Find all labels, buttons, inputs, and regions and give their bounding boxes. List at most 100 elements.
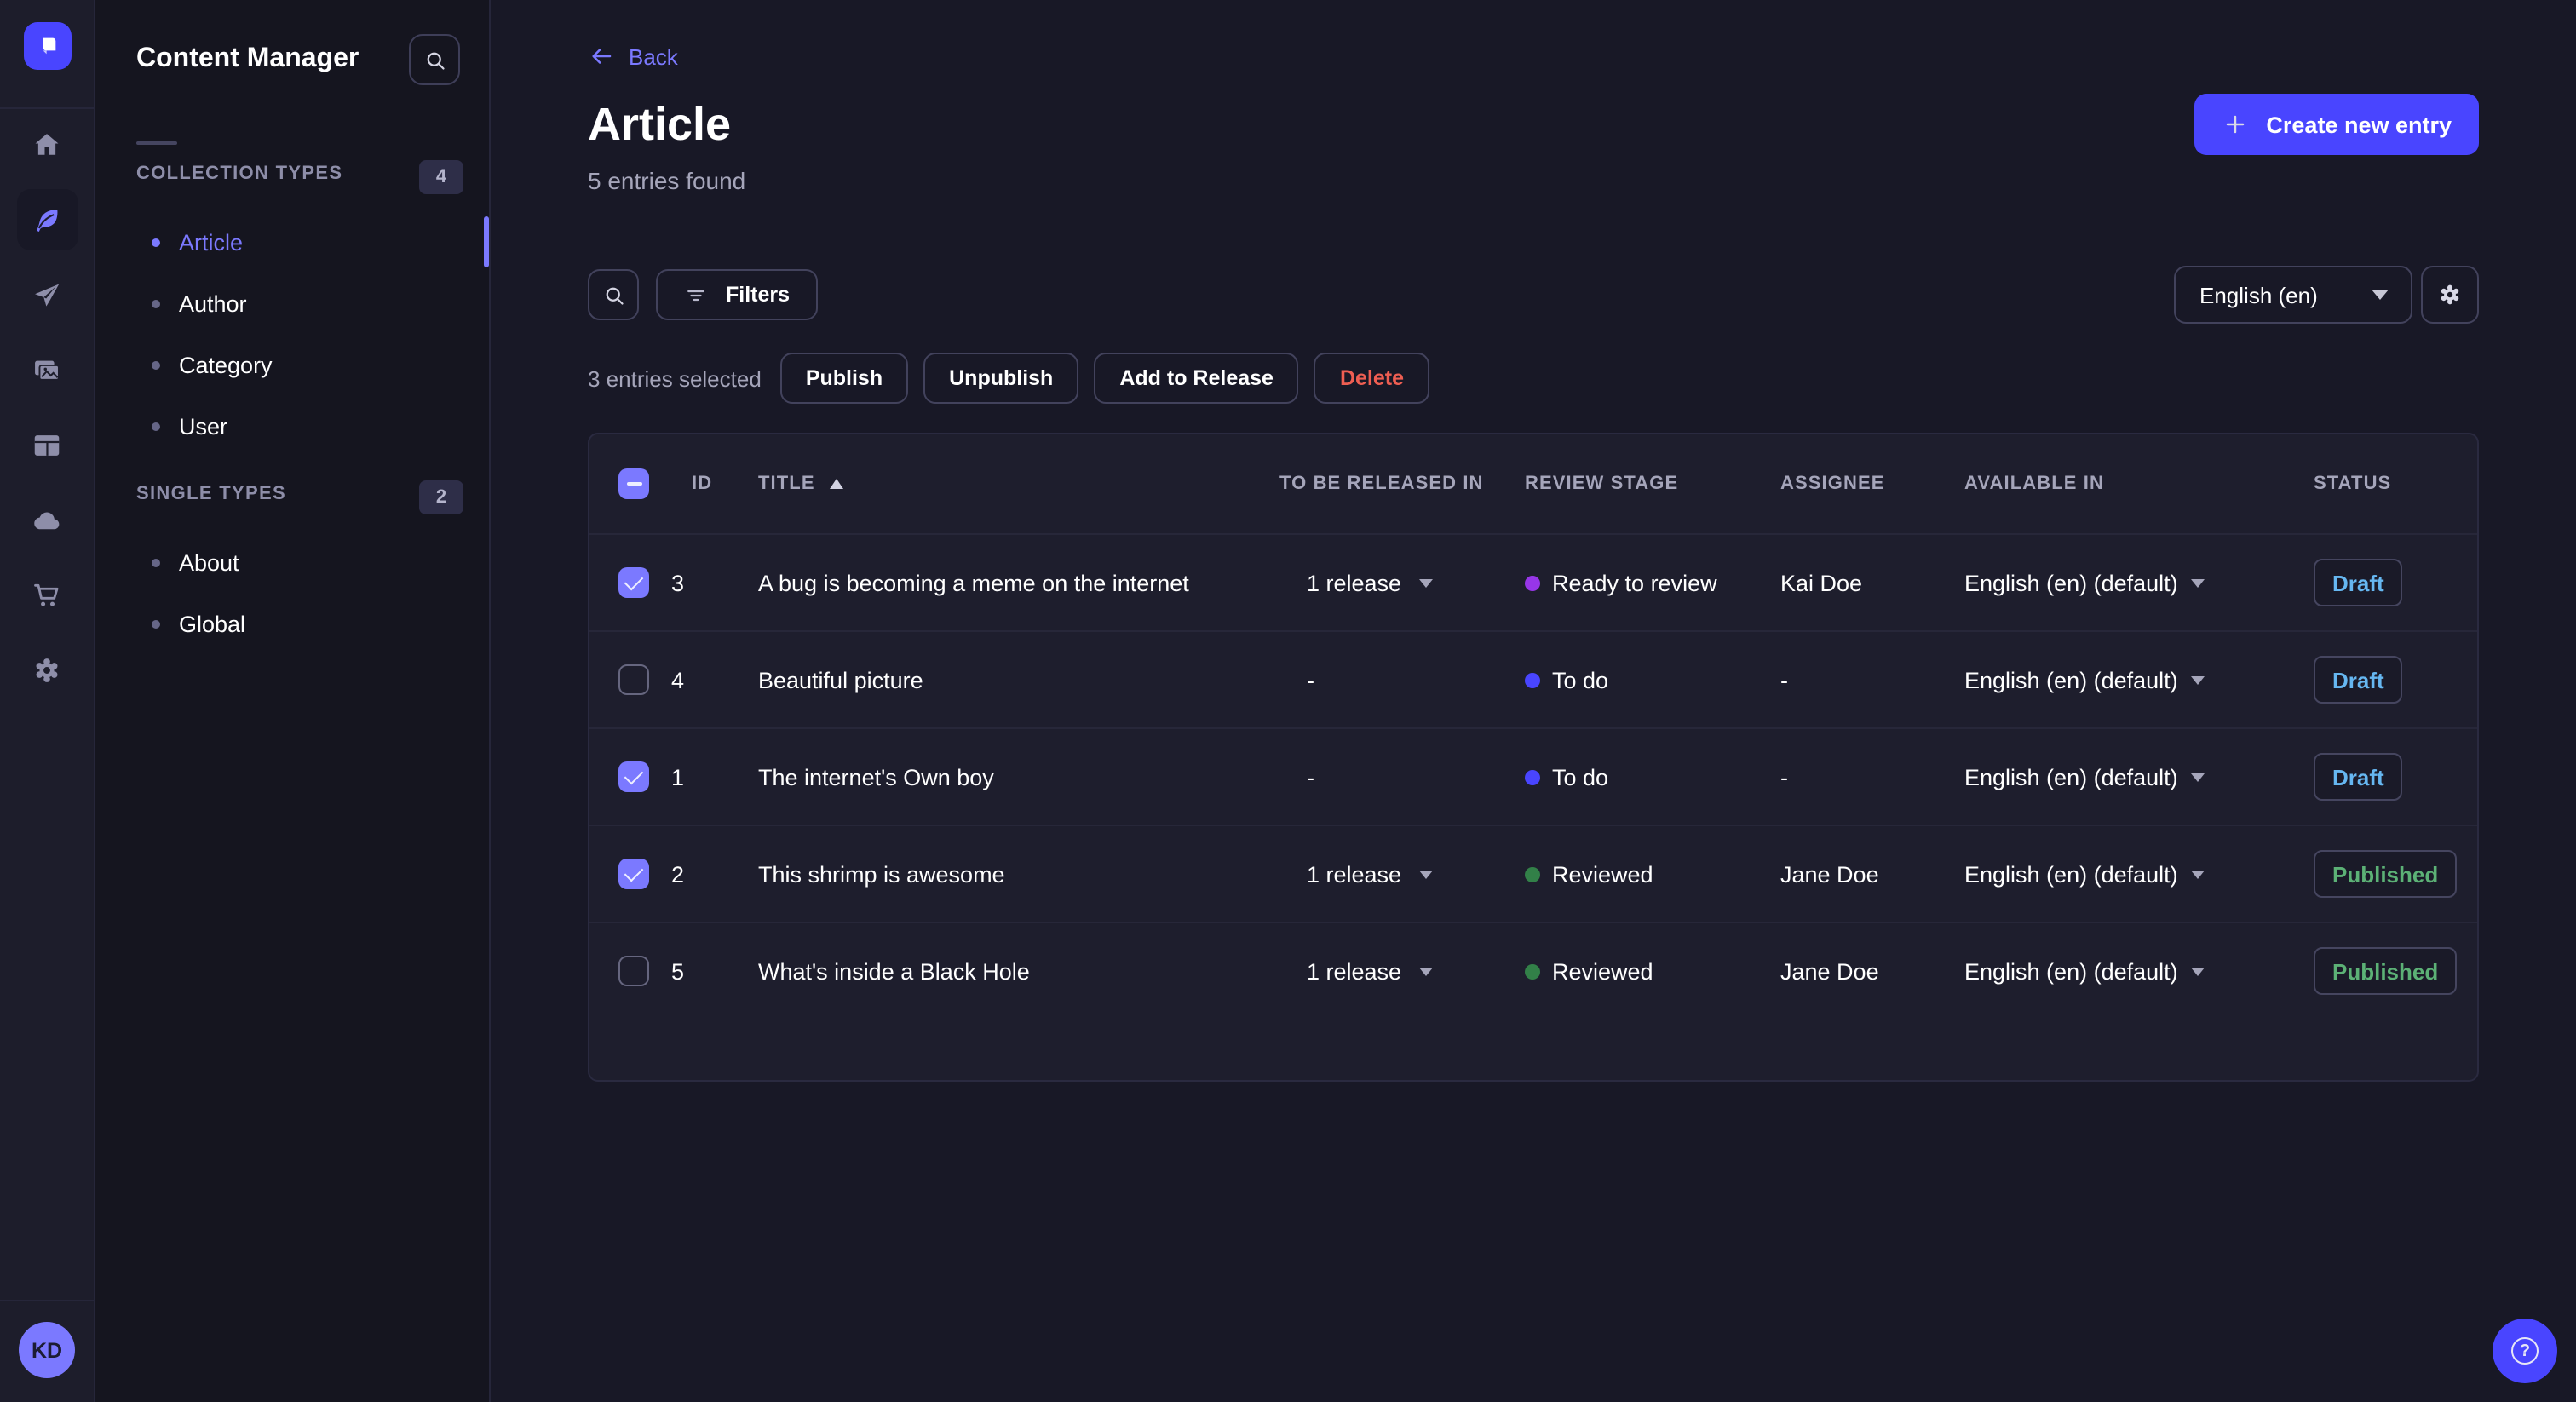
publish-button[interactable]: Publish: [779, 353, 909, 404]
page-title: Article: [588, 99, 732, 150]
bullet-icon: [152, 422, 160, 430]
help-button[interactable]: ?: [2493, 1319, 2557, 1383]
table-row[interactable]: 4 Beautiful picture - To do - English (en) (d…: [589, 630, 2477, 727]
back-link[interactable]: Back: [588, 43, 678, 70]
cell-to-be-released-in: -: [1279, 764, 1525, 790]
row-checkbox[interactable]: [618, 664, 649, 695]
cell-to-be-released-in: -: [1279, 667, 1525, 692]
table-search-button[interactable]: [588, 269, 639, 320]
unpublish-button[interactable]: Unpublish: [923, 353, 1079, 404]
column-header-id[interactable]: ID: [671, 474, 758, 494]
cell-to-be-released-in[interactable]: 1 release: [1279, 958, 1525, 984]
row-checkbox[interactable]: [618, 956, 649, 986]
table-header-row: ID TITLE TO BE RELEASED IN REVIEW STAGE …: [589, 434, 2477, 533]
nav-cloud-icon[interactable]: [16, 489, 78, 550]
bullet-icon: [152, 558, 160, 566]
row-checkbox[interactable]: [618, 859, 649, 889]
strapi-logo[interactable]: [23, 22, 71, 70]
cell-review-stage: Ready to review: [1525, 570, 1780, 595]
entries-table: ID TITLE TO BE RELEASED IN REVIEW STAGE …: [588, 433, 2479, 1082]
chevron-down-icon: [1418, 578, 1433, 587]
row-checkbox[interactable]: [618, 761, 649, 792]
cell-available-in[interactable]: English (en) (default): [1937, 764, 2314, 790]
nav-content-type-builder-icon[interactable]: [16, 414, 78, 475]
table-row[interactable]: 3 A bug is becoming a meme on the interne…: [589, 533, 2477, 630]
collection-types-count-badge: 4: [419, 160, 463, 194]
filter-icon: [687, 289, 704, 301]
chevron-down-icon: [1418, 870, 1433, 878]
collection-types-label: COLLECTION TYPES: [136, 164, 343, 184]
locale-select[interactable]: English (en): [2174, 266, 2412, 324]
single-types-label: SINGLE TYPES: [136, 484, 286, 504]
table-row[interactable]: 1 The internet's Own boy - To do - English (e…: [589, 727, 2477, 825]
table-row[interactable]: 2 This shrimp is awesome 1 release Reviewed…: [589, 825, 2477, 922]
stage-dot-icon: [1525, 866, 1540, 882]
add-to-release-button[interactable]: Add to Release: [1094, 353, 1299, 404]
cell-available-in[interactable]: English (en) (default): [1937, 861, 2314, 887]
sidebar-item-label: Article: [179, 229, 244, 255]
cell-review-stage: Reviewed: [1525, 861, 1780, 887]
cell-available-in[interactable]: English (en) (default): [1937, 958, 2314, 984]
column-header-assignee[interactable]: ASSIGNEE: [1780, 474, 1937, 494]
selection-actions-bar: 3 entries selected Publish Unpublish Add t…: [588, 353, 1430, 404]
cell-title: The internet's Own boy: [758, 764, 994, 790]
stage-dot-icon: [1525, 963, 1540, 979]
create-new-entry-button[interactable]: Create new entry: [2194, 94, 2479, 155]
search-icon: [605, 286, 623, 304]
table-row[interactable]: 5 What's inside a Black Hole 1 release Revi…: [589, 922, 2477, 1019]
cell-available-in[interactable]: English (en) (default): [1937, 667, 2314, 692]
row-checkbox[interactable]: [618, 567, 649, 598]
chevron-down-icon: [2191, 967, 2205, 975]
rail-divider: [0, 107, 95, 109]
nav-send-plane-icon[interactable]: [16, 264, 78, 325]
selection-count-label: 3 entries selected: [588, 365, 762, 391]
cell-id: 1: [671, 764, 685, 790]
cell-to-be-released-in[interactable]: 1 release: [1279, 861, 1525, 887]
sidebar-item-global[interactable]: Global: [136, 593, 443, 654]
sidebar-item-author[interactable]: Author: [136, 273, 443, 334]
stage-dot-icon: [1525, 769, 1540, 784]
avatar-initials: KD: [31, 1338, 63, 1362]
row-checkbox-cell: [589, 956, 671, 986]
release-value: 1 release: [1307, 570, 1402, 595]
filters-button[interactable]: Filters: [656, 269, 818, 320]
select-all-checkbox[interactable]: [618, 468, 649, 499]
nav-home-icon[interactable]: [16, 114, 78, 175]
filters-label: Filters: [726, 283, 791, 307]
cell-review-stage: Reviewed: [1525, 958, 1780, 984]
stage-label: Ready to review: [1552, 570, 1717, 595]
column-header-status[interactable]: STATUS: [2314, 474, 2477, 494]
column-header-title[interactable]: TITLE: [758, 474, 1279, 494]
release-value: -: [1307, 667, 1314, 692]
cell-available-in[interactable]: English (en) (default): [1937, 570, 2314, 595]
sidebar-item-about[interactable]: About: [136, 531, 443, 593]
column-header-to-be-released-in[interactable]: TO BE RELEASED IN: [1279, 474, 1525, 494]
chevron-down-icon: [2191, 675, 2205, 684]
nav-marketplace-cart-icon[interactable]: [16, 564, 78, 625]
chevron-down-icon: [2191, 773, 2205, 781]
sidebar-item-label: Category: [179, 352, 273, 377]
sidebar-item-article[interactable]: Article: [136, 211, 443, 273]
sidebar-item-category[interactable]: Category: [136, 334, 443, 395]
chevron-down-icon: [1418, 967, 1433, 975]
sidebar-item-user[interactable]: User: [136, 395, 443, 457]
user-avatar[interactable]: KD: [19, 1322, 75, 1378]
column-header-available-in[interactable]: AVAILABLE IN: [1937, 474, 2314, 494]
delete-button[interactable]: Delete: [1314, 353, 1430, 404]
nav-media-library-icon[interactable]: [16, 339, 78, 400]
cell-to-be-released-in[interactable]: 1 release: [1279, 570, 1525, 595]
sidebar-search-button[interactable]: [409, 34, 460, 85]
active-item-indicator: [484, 216, 489, 267]
cell-assignee: Jane Doe: [1780, 861, 1879, 887]
cell-id: 3: [671, 570, 685, 595]
view-settings-button[interactable]: [2421, 266, 2479, 324]
nav-settings-gear-icon[interactable]: [16, 639, 78, 700]
column-header-review-stage[interactable]: REVIEW STAGE: [1525, 474, 1780, 494]
cell-status: Published: [2314, 947, 2477, 995]
search-icon: [426, 51, 444, 69]
nav-content-manager-feather-icon[interactable]: [16, 189, 78, 250]
locale-value: English (en): [2199, 282, 2318, 307]
gear-icon: [2441, 284, 2459, 305]
row-checkbox-cell: [589, 664, 671, 695]
stage-label: Reviewed: [1552, 958, 1653, 984]
